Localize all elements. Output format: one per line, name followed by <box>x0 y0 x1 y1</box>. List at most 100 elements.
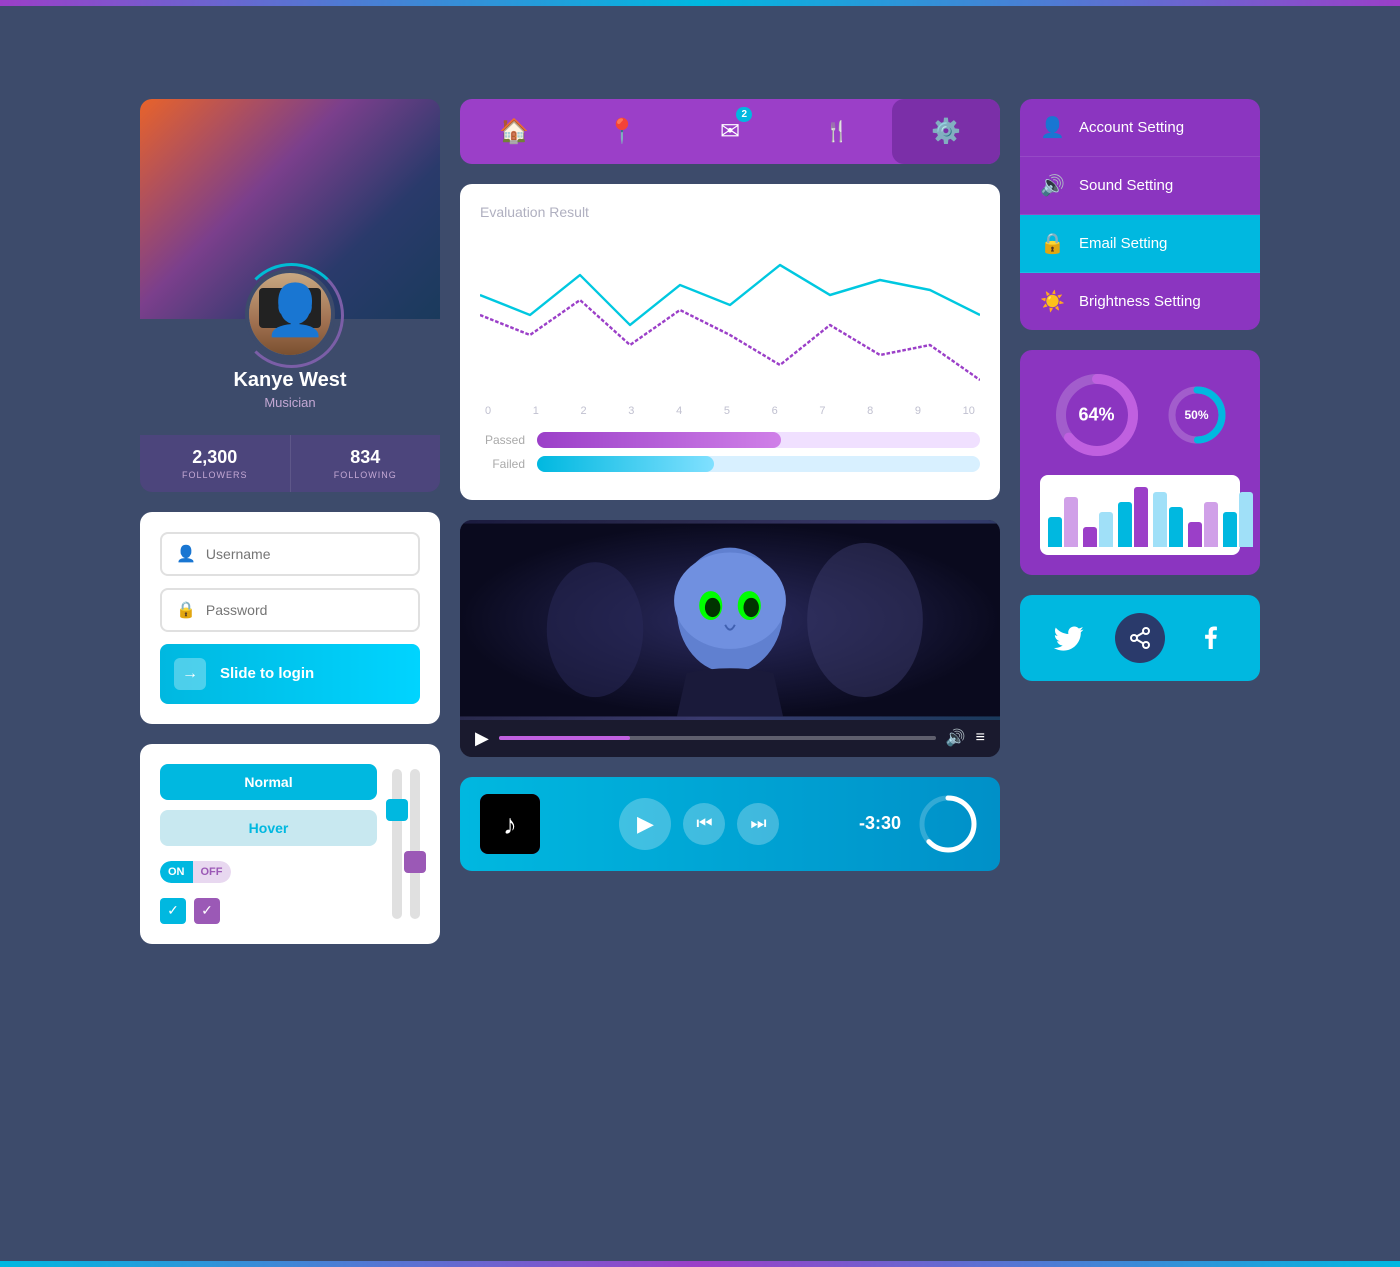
normal-button[interactable]: Normal <box>160 764 377 800</box>
login-card: 👤 🔒 → Slide to login <box>140 512 440 724</box>
bar-5-purple <box>1188 522 1202 547</box>
bar-1-lpurple <box>1064 497 1078 547</box>
nav-home[interactable]: 🏠 <box>460 99 568 164</box>
video-thumbnail <box>460 520 1000 720</box>
profile-stats: 2,300 FOLLOWERS 834 FOLLOWING <box>140 435 440 492</box>
following-count: 834 <box>301 447 431 468</box>
volume-icon[interactable]: 🔊 <box>946 728 966 748</box>
arrow-icon: → <box>174 658 206 690</box>
passed-track <box>537 432 980 448</box>
slider-track-1[interactable] <box>392 769 402 919</box>
account-label: Account Setting <box>1079 119 1184 136</box>
passed-row: Passed <box>480 432 980 448</box>
bar-2-lblue <box>1099 512 1113 547</box>
social-card <box>1020 595 1260 681</box>
slider-thumb-purple[interactable] <box>404 851 426 873</box>
audio-play-button[interactable]: ▶ <box>619 798 671 850</box>
bar-group-2 <box>1083 512 1113 547</box>
audio-art: ♪ <box>480 794 540 854</box>
svg-text:♪: ♪ <box>503 809 517 840</box>
video-play-button[interactable]: ▶ <box>475 728 489 749</box>
checkbox-blue[interactable]: ✓ <box>160 898 186 924</box>
share-icon <box>1128 626 1152 650</box>
account-icon: 👤 <box>1040 115 1064 140</box>
message-icon: ✉ <box>720 117 740 146</box>
evaluation-title: Evaluation Result <box>480 204 980 220</box>
settings-card: 👤 Account Setting 🔊 Sound Setting 🔒 Emai… <box>1020 99 1260 330</box>
twitter-button[interactable] <box>1053 622 1085 654</box>
settings-account[interactable]: 👤 Account Setting <box>1020 99 1260 157</box>
failed-label: Failed <box>480 457 525 471</box>
toggle-switch[interactable]: ON OFF <box>160 861 231 883</box>
bar-group-3 <box>1118 487 1148 547</box>
twitter-icon <box>1053 622 1085 654</box>
location-icon: 📍 <box>607 117 637 146</box>
slide-login-button[interactable]: → Slide to login <box>160 644 420 704</box>
profile-name: Kanye West <box>160 369 420 392</box>
nav-menu[interactable]: 🍴 <box>784 101 892 162</box>
nav-settings[interactable]: ⚙️ <box>892 99 1000 164</box>
bar-6-lblue <box>1239 492 1253 547</box>
profile-title: Musician <box>160 395 420 410</box>
video-card: ▶ 🔊 ≡ <box>460 520 1000 757</box>
home-icon: 🏠 <box>499 117 529 146</box>
bar-group-6 <box>1223 492 1253 547</box>
failed-fill <box>537 456 714 472</box>
brightness-label: Brightness Setting <box>1079 293 1201 310</box>
bar-4-lblue <box>1153 492 1167 547</box>
avatar-wrapper <box>245 269 335 359</box>
video-progress-track[interactable] <box>499 736 936 740</box>
username-wrap: 👤 <box>160 532 420 576</box>
facebook-button[interactable] <box>1195 622 1227 654</box>
failed-row: Failed <box>480 456 980 472</box>
evaluation-chart <box>480 235 980 395</box>
audio-thumbnail: ♪ <box>480 794 540 854</box>
evaluation-card: Evaluation Result 0 1 2 3 4 5 6 7 8 9 <box>460 184 1000 500</box>
following-stat: 834 FOLLOWING <box>291 435 441 492</box>
followers-label: FOLLOWERS <box>150 470 280 480</box>
bar-3-purple <box>1134 487 1148 547</box>
video-menu-icon[interactable]: ≡ <box>976 729 985 747</box>
following-label: FOLLOWING <box>301 470 431 480</box>
settings-brightness[interactable]: ☀️ Brightness Setting <box>1020 273 1260 330</box>
donut-large-label: 64% <box>1078 404 1114 425</box>
slide-login-label: Slide to login <box>220 665 314 682</box>
email-icon: 🔒 <box>1040 231 1064 256</box>
navigation-bar: 🏠 📍 2 ✉ 🍴 ⚙️ <box>460 99 1000 164</box>
bar-1-blue <box>1048 517 1062 547</box>
passed-label: Passed <box>480 433 525 447</box>
progress-section: Passed Failed <box>480 432 980 472</box>
user-icon: 👤 <box>176 544 196 564</box>
password-wrap: 🔒 <box>160 588 420 632</box>
checkbox-purple[interactable]: ✓ <box>194 898 220 924</box>
bar-6-blue <box>1223 512 1237 547</box>
followers-count: 2,300 <box>150 447 280 468</box>
menu-icon: 🍴 <box>825 119 852 144</box>
chart-area <box>480 235 980 395</box>
share-button[interactable] <box>1115 613 1165 663</box>
message-badge: 2 <box>736 107 752 122</box>
facebook-icon <box>1195 622 1227 654</box>
settings-email[interactable]: 🔒 Email Setting <box>1020 215 1260 273</box>
settings-icon: ⚙️ <box>931 117 961 146</box>
audio-prev-button[interactable]: ⏮ <box>683 803 725 845</box>
toggle-row: ON OFF <box>160 861 377 883</box>
followers-stat: 2,300 FOLLOWERS <box>140 435 291 492</box>
lock-icon: 🔒 <box>176 600 196 620</box>
audio-next-button[interactable]: ⏭ <box>737 803 779 845</box>
middle-column: 🏠 📍 2 ✉ 🍴 ⚙️ Evaluation Result <box>460 99 1000 1169</box>
left-column: Kanye West Musician 2,300 FOLLOWERS 834 … <box>140 99 440 1169</box>
slider-thumb-blue[interactable] <box>386 799 408 821</box>
username-input[interactable] <box>206 546 404 562</box>
settings-sound[interactable]: 🔊 Sound Setting <box>1020 157 1260 215</box>
slider-track-2[interactable] <box>410 769 420 919</box>
checkbox-row: ✓ ✓ <box>160 898 377 924</box>
nav-location[interactable]: 📍 <box>568 99 676 164</box>
password-input[interactable] <box>206 602 404 618</box>
audio-progress-ring <box>916 792 980 856</box>
bar-4-blue <box>1169 507 1183 547</box>
donut-large: 64% <box>1052 370 1142 460</box>
audio-player: ♪ ▶ ⏮ ⏭ -3:30 <box>460 777 1000 871</box>
nav-messages[interactable]: 2 ✉ <box>676 99 784 164</box>
hover-button[interactable]: Hover <box>160 810 377 846</box>
